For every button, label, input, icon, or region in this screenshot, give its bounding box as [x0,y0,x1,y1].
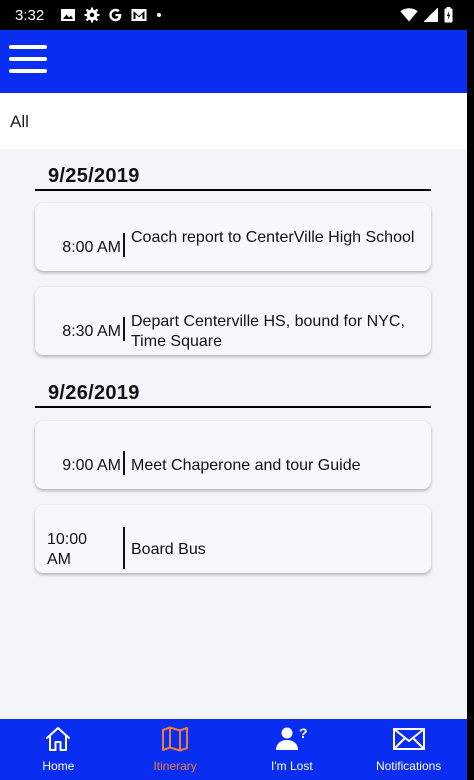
itinerary-event-card[interactable]: 9:00 AM Meet Chaperone and tour Guide [35,421,431,489]
filter-label: All [10,112,29,131]
event-description: Board Bus [131,541,206,558]
event-divider [123,451,125,475]
gallery-icon [61,9,75,21]
gmail-icon [131,9,147,21]
itinerary-event-card[interactable]: 8:30 AM Depart Centerville HS, bound for… [35,287,431,355]
nav-im-lost[interactable]: ? I'm Lost [234,719,351,780]
event-divider [123,527,125,569]
event-description: Depart Centerville HS, bound for NYC, Ti… [131,313,405,350]
event-time: 10:00 AM [47,531,88,568]
nav-itinerary-label: Itinerary [153,759,197,773]
event-divider [123,233,125,257]
battery-icon [444,7,453,23]
svg-text:?: ? [299,725,308,741]
event-description: Meet Chaperone and tour Guide [131,457,361,474]
date-header: 9/26/2019 [35,378,431,408]
event-time: 9:00 AM [62,457,121,474]
event-divider [123,317,125,341]
google-icon [109,8,122,22]
status-notification-icons [60,7,163,23]
status-bar: 3:32 [0,0,467,30]
nav-home-label: Home [42,759,75,773]
bottom-navigation: Home Itinerary ? I'm Lost Notifications [0,719,467,780]
itinerary-event-card[interactable]: 8:00 AM Coach report to CenterVille High… [35,203,431,271]
home-icon [46,727,71,751]
status-time: 3:32 [15,7,45,24]
nav-notifications[interactable]: Notifications [350,719,467,780]
wifi-icon [400,8,418,22]
event-time: 8:00 AM [62,239,121,256]
map-icon [162,726,189,752]
signal-icon [424,8,438,22]
nav-home[interactable]: Home [0,719,117,780]
event-time: 8:30 AM [62,323,121,340]
person-question-icon: ? [275,725,308,750]
itinerary-event-card[interactable]: 10:00 AM Board Bus [35,505,431,573]
date-header: 9/25/2019 [35,161,431,191]
nav-itinerary[interactable]: Itinerary [117,719,234,780]
app-screen: 3:32 All 9/25/2019 8:00 AM Coach report … [0,0,467,780]
app-bar [0,30,467,93]
screen-edge [467,0,474,780]
hamburger-menu-icon[interactable] [9,45,49,77]
filter-row[interactable]: All [0,93,467,149]
status-system-icons [400,7,453,23]
nav-im-lost-label: I'm Lost [271,759,313,773]
nav-notifications-label: Notifications [375,759,442,773]
dot-icon [157,13,161,17]
date-label: 9/26/2019 [48,382,140,404]
event-description: Coach report to CenterVille High School [131,229,415,246]
settings-gear-icon [84,7,100,23]
envelope-icon [392,728,425,750]
date-label: 9/25/2019 [48,165,140,187]
